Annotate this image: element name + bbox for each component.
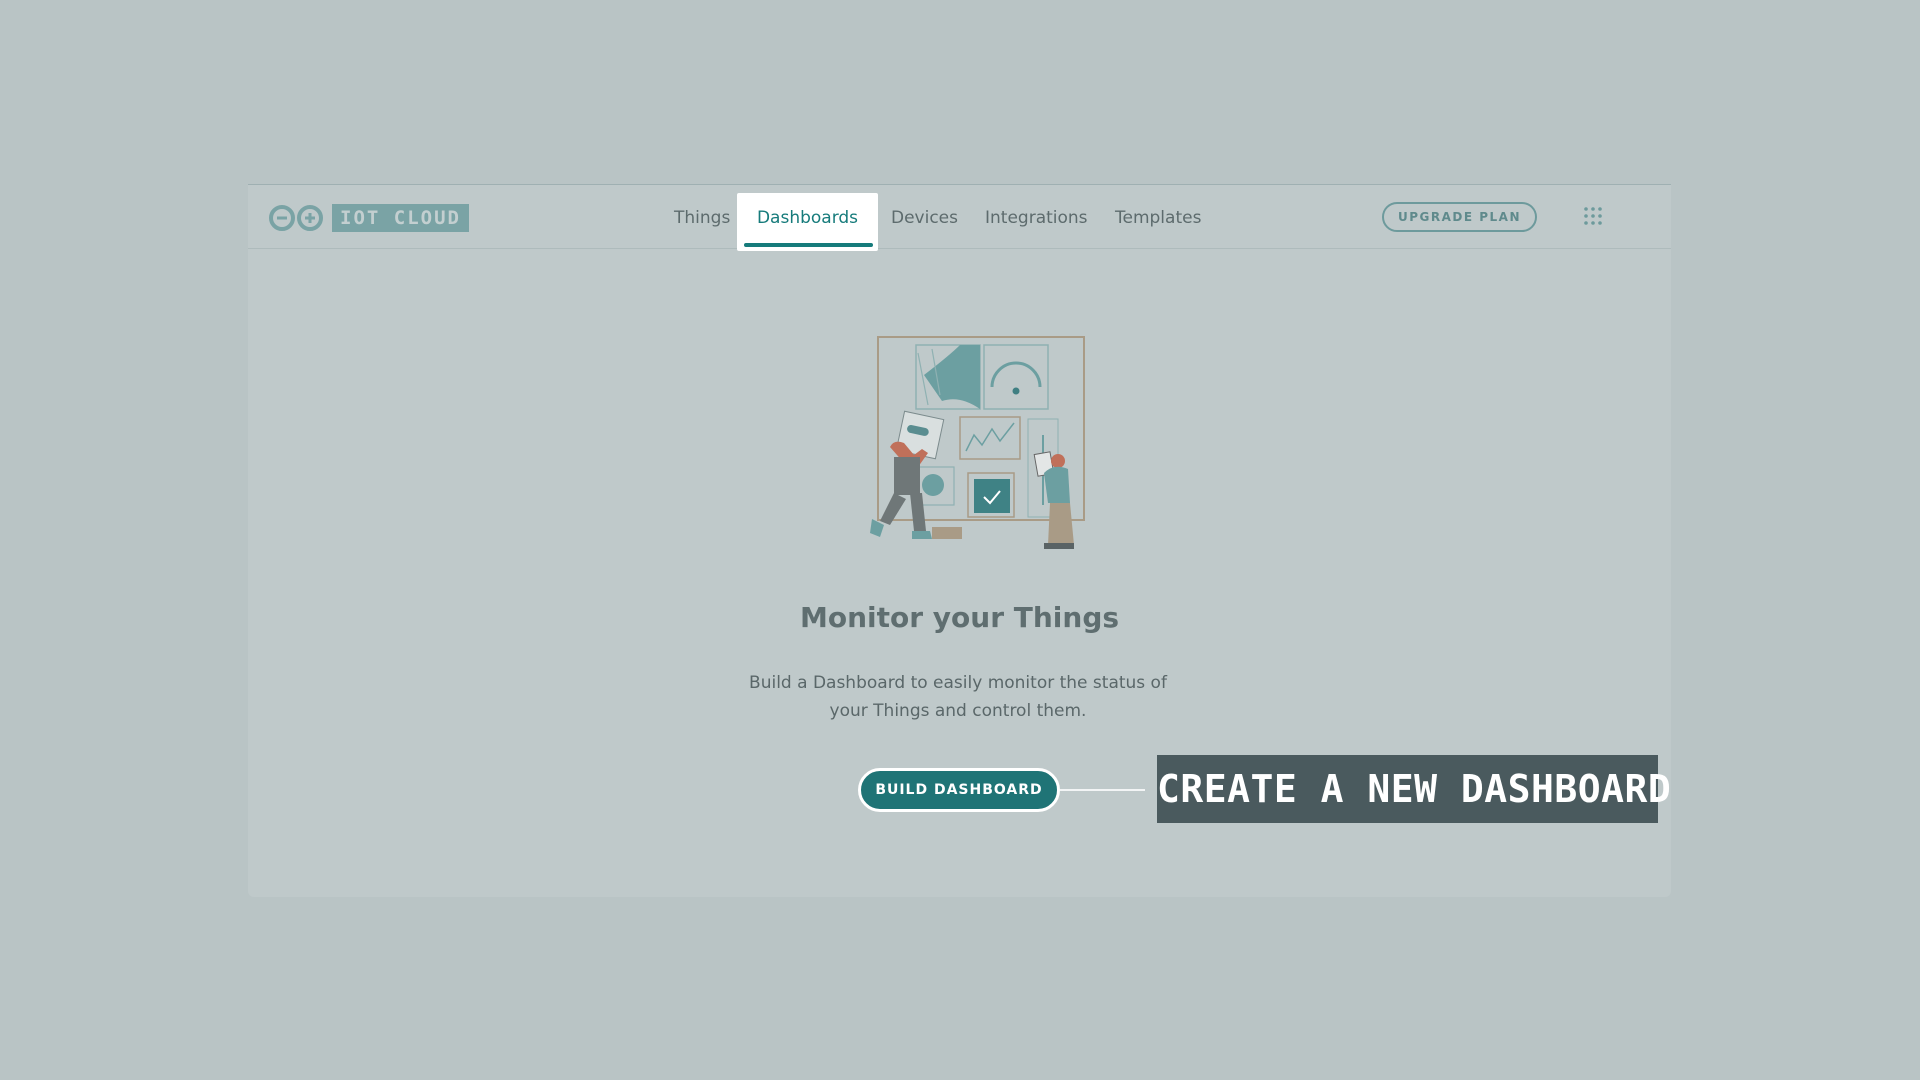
tab-things[interactable]: Things [674,208,730,230]
active-tab-indicator [744,243,873,247]
tab-integrations[interactable]: Integrations [985,208,1088,230]
upgrade-plan-button[interactable]: UPGRADE PLAN [1382,202,1537,232]
dashboard-illustration [870,336,1085,549]
tab-devices[interactable]: Devices [891,208,958,230]
build-dashboard-button[interactable]: BUILD DASHBOARD [858,768,1060,812]
tutorial-callout: CREATE A NEW DASHBOARD [1157,755,1671,823]
callout-connector [1060,789,1145,791]
empty-state-description: Build a Dashboard to easily monitor the … [749,673,1167,721]
empty-state-title: Monitor your Things [799,601,1120,634]
tab-templates[interactable]: Templates [1115,208,1201,230]
tab-dashboards[interactable]: Dashboards [737,193,878,251]
tab-dashboards-label: Dashboards [756,208,859,228]
apps-grid-icon[interactable] [1583,206,1603,226]
top-navigation-bar: IOT CLOUD Things Dashboards Devices Inte… [248,185,1671,251]
